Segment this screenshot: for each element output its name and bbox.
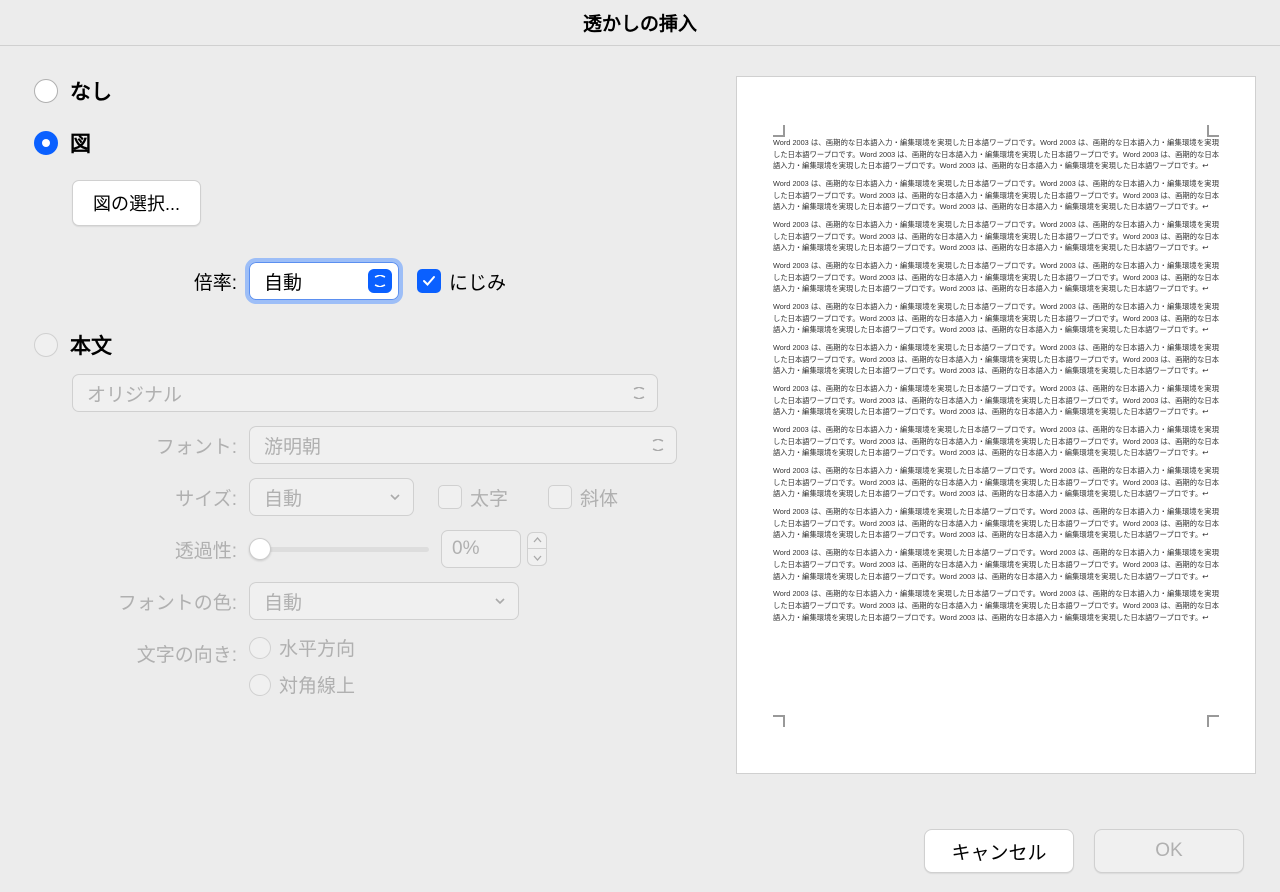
preview-paragraph: Word 2003 は、画期的な日本語入力・編集環境を実現した日本語ワープロです… bbox=[773, 588, 1219, 623]
option-none-row[interactable]: なし bbox=[34, 76, 706, 106]
font-color-value: 自動 bbox=[264, 588, 302, 615]
italic-label: 斜体 bbox=[580, 484, 618, 511]
preview-paragraph: Word 2003 は、画期的な日本語入力・編集環境を実現した日本語ワープロです… bbox=[773, 424, 1219, 459]
transparency-slider bbox=[249, 547, 429, 552]
chevron-down-icon bbox=[488, 589, 512, 613]
font-color-label: フォントの色: bbox=[72, 588, 249, 615]
scale-dropdown[interactable]: 自動 bbox=[249, 262, 399, 300]
orientation-label: 文字の向き: bbox=[72, 634, 249, 667]
font-value: 游明朝 bbox=[264, 432, 321, 459]
corner-mark bbox=[1207, 715, 1219, 727]
corner-mark bbox=[773, 125, 785, 137]
chevron-down-icon bbox=[646, 433, 670, 457]
cancel-button[interactable]: キャンセル bbox=[924, 829, 1074, 873]
preview-paragraph: Word 2003 は、画期的な日本語入力・編集環境を実現した日本語ワープロです… bbox=[773, 301, 1219, 336]
stepper-down bbox=[527, 549, 547, 566]
preview-paragraph: Word 2003 は、画期的な日本語入力・編集環境を実現した日本語ワープロです… bbox=[773, 506, 1219, 541]
size-dropdown: 自動 bbox=[249, 478, 414, 516]
radio-none-label: なし bbox=[70, 76, 112, 106]
size-label: サイズ: bbox=[72, 484, 249, 511]
radio-text-label: 本文 bbox=[70, 330, 112, 360]
orientation-diagonal-radio bbox=[249, 674, 271, 696]
chevron-down-icon bbox=[368, 269, 392, 293]
chevron-down-icon bbox=[627, 381, 651, 405]
bold-label: 太字 bbox=[470, 484, 508, 511]
preview-paragraph: Word 2003 は、画期的な日本語入力・編集環境を実現した日本語ワープロです… bbox=[773, 219, 1219, 254]
corner-mark bbox=[1207, 125, 1219, 137]
orientation-horizontal-label: 水平方向 bbox=[279, 634, 355, 661]
font-label: フォント: bbox=[72, 432, 249, 459]
corner-mark bbox=[773, 715, 785, 727]
radio-picture-label: 図 bbox=[70, 128, 91, 158]
font-dropdown: 游明朝 bbox=[249, 426, 677, 464]
preview-paragraph: Word 2003 は、画期的な日本語入力・編集環境を実現した日本語ワープロです… bbox=[773, 465, 1219, 500]
settings-pane: なし 図 図の選択... 倍率: 自動 bbox=[24, 76, 706, 810]
dialog-title: 透かしの挿入 bbox=[0, 0, 1280, 46]
radio-text[interactable] bbox=[34, 333, 58, 357]
select-picture-button[interactable]: 図の選択... bbox=[72, 180, 201, 226]
preview-paragraph: Word 2003 は、画期的な日本語入力・編集環境を実現した日本語ワープロです… bbox=[773, 547, 1219, 582]
dialog-footer: キャンセル OK bbox=[0, 810, 1280, 892]
stepper-up bbox=[527, 532, 547, 549]
preview-paragraph: Word 2003 は、画期的な日本語入力・編集環境を実現した日本語ワープロです… bbox=[773, 260, 1219, 295]
font-color-dropdown: 自動 bbox=[249, 582, 519, 620]
picture-section: 図の選択... bbox=[72, 180, 706, 226]
slider-thumb bbox=[249, 538, 271, 560]
size-value: 自動 bbox=[264, 484, 302, 511]
document-preview: Word 2003 は、画期的な日本語入力・編集環境を実現した日本語ワープロです… bbox=[736, 76, 1256, 774]
watermark-dialog: 透かしの挿入 なし 図 図の選択... 倍率: 自動 bbox=[0, 0, 1280, 892]
scale-label: 倍率: bbox=[34, 268, 249, 295]
chevron-down-icon bbox=[383, 485, 407, 509]
option-text-row[interactable]: 本文 bbox=[34, 330, 706, 360]
washout-label: にじみ bbox=[449, 268, 506, 295]
scale-value: 自動 bbox=[264, 268, 302, 295]
italic-checkbox bbox=[548, 485, 572, 509]
transparency-stepper bbox=[527, 532, 547, 566]
preview-paragraph: Word 2003 は、画期的な日本語入力・編集環境を実現した日本語ワープロです… bbox=[773, 137, 1219, 172]
bold-checkbox bbox=[438, 485, 462, 509]
preview-paragraph: Word 2003 は、画期的な日本語入力・編集環境を実現した日本語ワープロです… bbox=[773, 178, 1219, 213]
orientation-diagonal-label: 対角線上 bbox=[279, 671, 355, 698]
ok-button: OK bbox=[1094, 829, 1244, 873]
dialog-content: なし 図 図の選択... 倍率: 自動 bbox=[0, 46, 1280, 810]
text-preset-value: オリジナル bbox=[87, 380, 182, 407]
washout-checkbox[interactable] bbox=[417, 269, 441, 293]
transparency-label: 透過性: bbox=[72, 536, 249, 563]
preview-pane: Word 2003 は、画期的な日本語入力・編集環境を実現した日本語ワープロです… bbox=[736, 76, 1256, 810]
preview-paragraph: Word 2003 は、画期的な日本語入力・編集環境を実現した日本語ワープロです… bbox=[773, 342, 1219, 377]
text-preset-dropdown: オリジナル bbox=[72, 374, 658, 412]
transparency-value: 0% bbox=[441, 530, 521, 568]
radio-picture[interactable] bbox=[34, 131, 58, 155]
preview-body: Word 2003 は、画期的な日本語入力・編集環境を実現した日本語ワープロです… bbox=[773, 137, 1219, 623]
preview-paragraph: Word 2003 は、画期的な日本語入力・編集環境を実現した日本語ワープロです… bbox=[773, 383, 1219, 418]
option-picture-row[interactable]: 図 bbox=[34, 128, 706, 158]
orientation-horizontal-radio bbox=[249, 637, 271, 659]
radio-none[interactable] bbox=[34, 79, 58, 103]
